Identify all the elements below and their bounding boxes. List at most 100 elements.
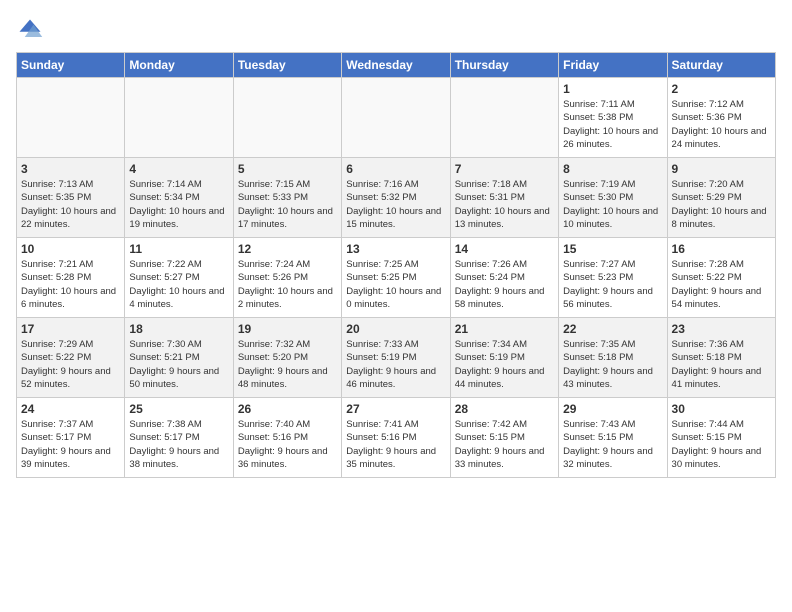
- col-header-monday: Monday: [125, 53, 233, 78]
- day-number: 5: [238, 162, 337, 176]
- day-cell: 25 Sunrise: 7:38 AM Sunset: 5:17 PM Dayli…: [125, 398, 233, 478]
- day-cell: 14 Sunrise: 7:26 AM Sunset: 5:24 PM Dayli…: [450, 238, 558, 318]
- day-number: 28: [455, 402, 554, 416]
- day-number: 19: [238, 322, 337, 336]
- day-cell: 12Sunrise: 7:24 AM Sunset: 5:26 PM Dayli…: [233, 238, 341, 318]
- day-cell: 30 Sunrise: 7:44 AM Sunset: 5:15 PM Dayli…: [667, 398, 775, 478]
- day-cell: 16 Sunrise: 7:28 AM Sunset: 5:22 PM Dayli…: [667, 238, 775, 318]
- day-info: Sunrise: 7:20 AM Sunset: 5:29 PM Dayligh…: [672, 178, 771, 231]
- day-cell: 24 Sunrise: 7:37 AM Sunset: 5:17 PM Dayli…: [17, 398, 125, 478]
- day-info: Sunrise: 7:24 AM Sunset: 5:26 PM Dayligh…: [238, 258, 337, 311]
- day-info: Sunrise: 7:40 AM Sunset: 5:16 PM Dayligh…: [238, 418, 337, 471]
- day-info: Sunrise: 7:29 AM Sunset: 5:22 PM Dayligh…: [21, 338, 120, 391]
- day-info: Sunrise: 7:25 AM Sunset: 5:25 PM Dayligh…: [346, 258, 445, 311]
- day-cell: 17 Sunrise: 7:29 AM Sunset: 5:22 PM Dayli…: [17, 318, 125, 398]
- week-row-2: 3 Sunrise: 7:13 AM Sunset: 5:35 PM Daylig…: [17, 158, 776, 238]
- day-cell: 26 Sunrise: 7:40 AM Sunset: 5:16 PM Dayli…: [233, 398, 341, 478]
- day-cell: 13 Sunrise: 7:25 AM Sunset: 5:25 PM Dayli…: [342, 238, 450, 318]
- day-cell: 6 Sunrise: 7:16 AM Sunset: 5:32 PM Daylig…: [342, 158, 450, 238]
- day-info: Sunrise: 7:34 AM Sunset: 5:19 PM Dayligh…: [455, 338, 554, 391]
- day-cell: 2 Sunrise: 7:12 AM Sunset: 5:36 PM Daylig…: [667, 78, 775, 158]
- day-cell: 3 Sunrise: 7:13 AM Sunset: 5:35 PM Daylig…: [17, 158, 125, 238]
- day-info: Sunrise: 7:11 AM Sunset: 5:38 PM Dayligh…: [563, 98, 662, 151]
- day-number: 26: [238, 402, 337, 416]
- day-info: Sunrise: 7:12 AM Sunset: 5:36 PM Dayligh…: [672, 98, 771, 151]
- day-number: 30: [672, 402, 771, 416]
- col-header-sunday: Sunday: [17, 53, 125, 78]
- day-cell: 4 Sunrise: 7:14 AM Sunset: 5:34 PM Daylig…: [125, 158, 233, 238]
- col-header-tuesday: Tuesday: [233, 53, 341, 78]
- day-info: Sunrise: 7:44 AM Sunset: 5:15 PM Dayligh…: [672, 418, 771, 471]
- day-info: Sunrise: 7:38 AM Sunset: 5:17 PM Dayligh…: [129, 418, 228, 471]
- page-header: [16, 16, 776, 44]
- day-number: 15: [563, 242, 662, 256]
- day-cell: 27 Sunrise: 7:41 AM Sunset: 5:16 PM Dayli…: [342, 398, 450, 478]
- day-cell: [17, 78, 125, 158]
- day-number: 14: [455, 242, 554, 256]
- day-info: Sunrise: 7:27 AM Sunset: 5:23 PM Dayligh…: [563, 258, 662, 311]
- day-number: 17: [21, 322, 120, 336]
- day-info: Sunrise: 7:15 AM Sunset: 5:33 PM Dayligh…: [238, 178, 337, 231]
- day-cell: 8 Sunrise: 7:19 AM Sunset: 5:30 PM Daylig…: [559, 158, 667, 238]
- day-number: 4: [129, 162, 228, 176]
- day-number: 20: [346, 322, 445, 336]
- day-info: Sunrise: 7:26 AM Sunset: 5:24 PM Dayligh…: [455, 258, 554, 311]
- day-number: 29: [563, 402, 662, 416]
- day-cell: 18Sunrise: 7:30 AM Sunset: 5:21 PM Dayli…: [125, 318, 233, 398]
- day-number: 8: [563, 162, 662, 176]
- day-number: 1: [563, 82, 662, 96]
- day-cell: 7 Sunrise: 7:18 AM Sunset: 5:31 PM Daylig…: [450, 158, 558, 238]
- week-row-4: 17 Sunrise: 7:29 AM Sunset: 5:22 PM Dayli…: [17, 318, 776, 398]
- day-info: Sunrise: 7:16 AM Sunset: 5:32 PM Dayligh…: [346, 178, 445, 231]
- day-info: Sunrise: 7:18 AM Sunset: 5:31 PM Dayligh…: [455, 178, 554, 231]
- col-header-saturday: Saturday: [667, 53, 775, 78]
- day-number: 25: [129, 402, 228, 416]
- day-cell: 9 Sunrise: 7:20 AM Sunset: 5:29 PM Daylig…: [667, 158, 775, 238]
- day-number: 24: [21, 402, 120, 416]
- day-info: Sunrise: 7:28 AM Sunset: 5:22 PM Dayligh…: [672, 258, 771, 311]
- day-number: 22: [563, 322, 662, 336]
- day-info: Sunrise: 7:43 AM Sunset: 5:15 PM Dayligh…: [563, 418, 662, 471]
- day-info: Sunrise: 7:37 AM Sunset: 5:17 PM Dayligh…: [21, 418, 120, 471]
- day-number: 7: [455, 162, 554, 176]
- day-info: Sunrise: 7:42 AM Sunset: 5:15 PM Dayligh…: [455, 418, 554, 471]
- day-number: 3: [21, 162, 120, 176]
- day-info: Sunrise: 7:30 AM Sunset: 5:21 PM Dayligh…: [129, 338, 228, 391]
- col-header-friday: Friday: [559, 53, 667, 78]
- day-info: Sunrise: 7:22 AM Sunset: 5:27 PM Dayligh…: [129, 258, 228, 311]
- day-info: Sunrise: 7:19 AM Sunset: 5:30 PM Dayligh…: [563, 178, 662, 231]
- day-cell: 21 Sunrise: 7:34 AM Sunset: 5:19 PM Dayli…: [450, 318, 558, 398]
- day-number: 27: [346, 402, 445, 416]
- day-cell: 23Sunrise: 7:36 AM Sunset: 5:18 PM Dayli…: [667, 318, 775, 398]
- col-header-thursday: Thursday: [450, 53, 558, 78]
- col-header-wednesday: Wednesday: [342, 53, 450, 78]
- day-number: 11: [129, 242, 228, 256]
- day-info: Sunrise: 7:14 AM Sunset: 5:34 PM Dayligh…: [129, 178, 228, 231]
- day-cell: [125, 78, 233, 158]
- week-row-3: 10 Sunrise: 7:21 AM Sunset: 5:28 PM Dayli…: [17, 238, 776, 318]
- day-info: Sunrise: 7:13 AM Sunset: 5:35 PM Dayligh…: [21, 178, 120, 231]
- day-cell: 29 Sunrise: 7:43 AM Sunset: 5:15 PM Dayli…: [559, 398, 667, 478]
- day-cell: 11 Sunrise: 7:22 AM Sunset: 5:27 PM Dayli…: [125, 238, 233, 318]
- day-number: 13: [346, 242, 445, 256]
- day-cell: 1 Sunrise: 7:11 AM Sunset: 5:38 PM Daylig…: [559, 78, 667, 158]
- day-number: 21: [455, 322, 554, 336]
- day-cell: [450, 78, 558, 158]
- day-cell: [233, 78, 341, 158]
- day-number: 9: [672, 162, 771, 176]
- day-number: 10: [21, 242, 120, 256]
- day-cell: [342, 78, 450, 158]
- week-row-1: 1 Sunrise: 7:11 AM Sunset: 5:38 PM Daylig…: [17, 78, 776, 158]
- calendar-table: SundayMondayTuesdayWednesdayThursdayFrid…: [16, 52, 776, 478]
- day-cell: 20Sunrise: 7:33 AM Sunset: 5:19 PM Dayli…: [342, 318, 450, 398]
- day-number: 23: [672, 322, 771, 336]
- day-cell: 15 Sunrise: 7:27 AM Sunset: 5:23 PM Dayli…: [559, 238, 667, 318]
- header-row: SundayMondayTuesdayWednesdayThursdayFrid…: [17, 53, 776, 78]
- day-info: Sunrise: 7:41 AM Sunset: 5:16 PM Dayligh…: [346, 418, 445, 471]
- day-number: 2: [672, 82, 771, 96]
- day-info: Sunrise: 7:21 AM Sunset: 5:28 PM Dayligh…: [21, 258, 120, 311]
- day-number: 16: [672, 242, 771, 256]
- week-row-5: 24 Sunrise: 7:37 AM Sunset: 5:17 PM Dayli…: [17, 398, 776, 478]
- day-number: 6: [346, 162, 445, 176]
- day-cell: 10 Sunrise: 7:21 AM Sunset: 5:28 PM Dayli…: [17, 238, 125, 318]
